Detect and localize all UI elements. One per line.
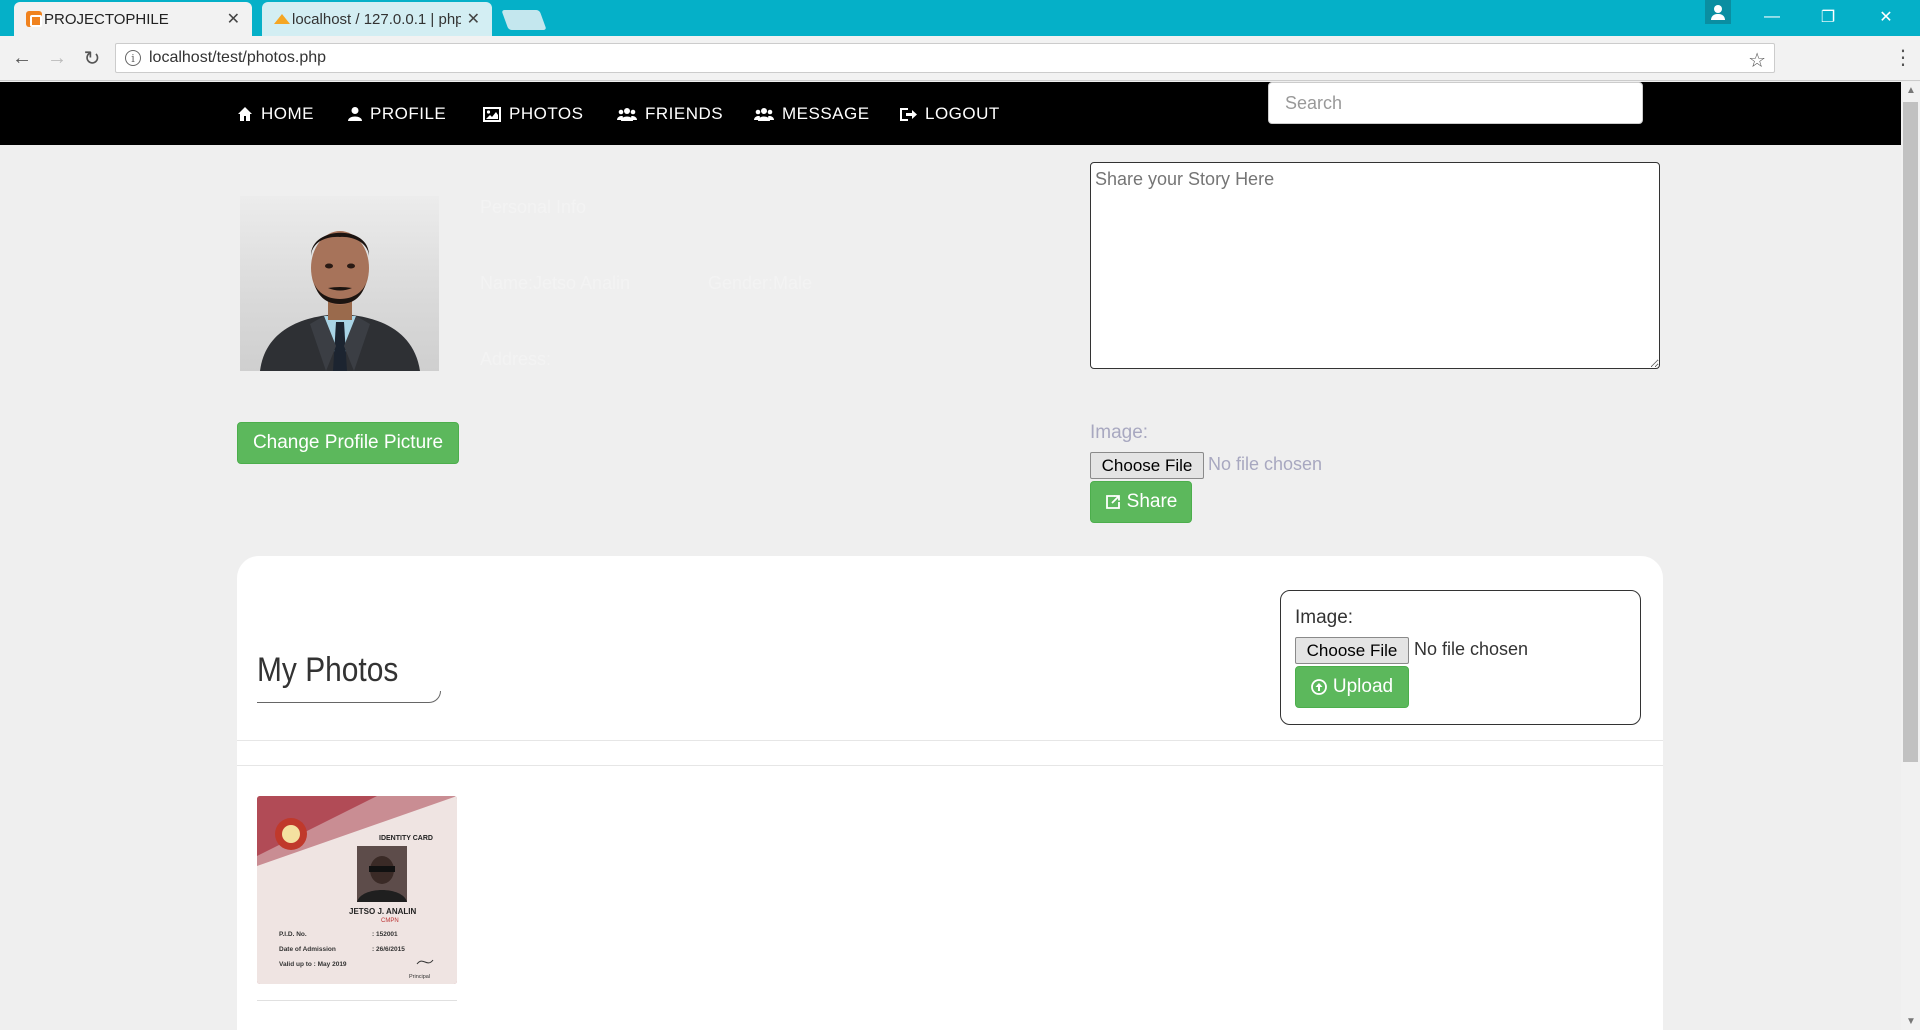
nav-home[interactable]: HOME [237, 102, 314, 126]
browser-menu-icon[interactable]: ⋮ [1893, 45, 1913, 70]
user-icon [348, 107, 362, 121]
top-navbar: HOME PROFILE PHOTOS FRIENDS MESSAGE LOGO… [0, 82, 1901, 145]
nav-logout[interactable]: LOGOUT [900, 102, 1000, 126]
phpmyadmin-favicon-icon [274, 11, 290, 27]
bookmark-star-icon[interactable]: ☆ [1748, 48, 1766, 73]
share-button[interactable]: Share [1090, 481, 1192, 523]
profile-avatar [240, 196, 439, 371]
nav-profile[interactable]: PROFILE [348, 102, 446, 126]
share-button-label: Share [1126, 491, 1178, 512]
share-icon [1105, 495, 1120, 509]
id-card-doa-value: : 26/6/2015 [372, 946, 405, 953]
upload-no-file-text: No file chosen [1414, 639, 1529, 659]
tab-close-icon[interactable]: ✕ [467, 9, 480, 29]
address-bar[interactable]: i localhost/test/photos.php ☆ [115, 43, 1775, 73]
tab-title: localhost / 127.0.0.1 | php [292, 10, 461, 28]
share-no-file-text: No file chosen [1208, 454, 1323, 474]
card-divider [237, 765, 1663, 766]
photo-thumbnail[interactable]: IDENTITY CARD JETSO J. ANALIN CMPN P.I.D… [257, 796, 457, 984]
tab-title: PROJECTOPHILE [44, 10, 169, 28]
close-window-icon[interactable]: ✕ [1858, 0, 1914, 34]
share-image-label: Image: [1090, 422, 1149, 443]
my-photos-card: My Photos Image: Choose File No file cho… [237, 556, 1663, 1030]
profile-gender: Gender:Male [708, 273, 813, 293]
picture-icon [483, 106, 501, 122]
scroll-down-icon[interactable]: ▼ [1906, 1016, 1916, 1027]
page-viewport: HOME PROFILE PHOTOS FRIENDS MESSAGE LOGO… [0, 82, 1901, 1030]
nav-label: FRIENDS [645, 104, 724, 123]
upload-button-label: Upload [1332, 676, 1394, 697]
nav-label: PHOTOS [509, 104, 584, 123]
profile-address: Address: [480, 349, 552, 369]
browser-profile-icon[interactable] [1705, 0, 1731, 24]
home-icon [238, 107, 252, 121]
upload-image-label: Image: [1295, 607, 1354, 628]
scrollbar-thumb[interactable] [1903, 102, 1918, 762]
my-photos-title: My Photos [257, 651, 399, 689]
personal-info-heading: Personal Info [480, 197, 587, 217]
story-textarea[interactable] [1090, 162, 1660, 369]
back-icon[interactable]: ← [10, 46, 34, 70]
nav-label: LOGOUT [925, 104, 1000, 123]
nav-label: PROFILE [370, 104, 447, 123]
new-tab-button[interactable] [501, 10, 547, 30]
upload-button[interactable]: Upload [1295, 666, 1409, 708]
profile-name: Name:Jetso Analin [480, 273, 631, 293]
id-card-header: IDENTITY CARD [379, 835, 433, 842]
tab-projectophile[interactable]: PROJECTOPHILE ✕ [14, 2, 252, 36]
nav-friends[interactable]: FRIENDS [617, 102, 723, 126]
browser-toolbar: ← → ↻ i localhost/test/photos.php ☆ ⋮ [0, 36, 1920, 81]
card-divider [237, 740, 1663, 741]
id-card-pid-label: P.I.D. No. [279, 931, 307, 938]
thumbnail-divider [257, 1000, 457, 1001]
nav-label: MESSAGE [782, 104, 870, 123]
info-icon[interactable]: i [125, 50, 141, 66]
id-card-sign: Principal [409, 974, 430, 980]
tab-close-icon[interactable]: ✕ [227, 9, 240, 29]
forward-icon[interactable]: → [45, 46, 69, 70]
scroll-up-icon[interactable]: ▲ [1906, 85, 1916, 96]
upload-choose-file-button[interactable]: Choose File [1295, 637, 1409, 664]
browser-titlebar: PROJECTOPHILE ✕ localhost / 127.0.0.1 | … [0, 0, 1920, 36]
sign-out-icon [900, 107, 917, 121]
title-underline [257, 691, 441, 703]
share-choose-file-button[interactable]: Choose File [1090, 452, 1204, 479]
tab-phpmyadmin[interactable]: localhost / 127.0.0.1 | php ✕ [262, 2, 492, 36]
id-card-dept: CMPN [381, 918, 399, 924]
id-card-name: JETSO J. ANALIN [349, 907, 416, 916]
restore-icon[interactable]: ❐ [1800, 0, 1856, 34]
id-card-valid: Valid up to : May 2019 [279, 961, 347, 968]
upload-icon [1310, 679, 1327, 695]
id-card-doa-label: Date of Admission [279, 946, 336, 953]
reload-icon[interactable]: ↻ [80, 46, 104, 70]
users-icon [754, 107, 774, 121]
url-text: localhost/test/photos.php [149, 49, 327, 66]
minimize-icon[interactable]: — [1744, 0, 1800, 34]
id-card-pid-value: : 152001 [372, 931, 398, 938]
xampp-favicon-icon [26, 11, 42, 27]
search-input[interactable] [1268, 82, 1643, 124]
page-scrollbar[interactable]: ▲ ▼ [1901, 82, 1920, 1030]
nav-label: HOME [261, 104, 314, 123]
upload-form: Image: Choose File No file chosen Upload [1280, 590, 1641, 725]
nav-message[interactable]: MESSAGE [754, 102, 870, 126]
nav-photos[interactable]: PHOTOS [483, 102, 583, 126]
change-profile-picture-button[interactable]: Change Profile Picture [237, 422, 459, 464]
users-icon [617, 107, 637, 121]
